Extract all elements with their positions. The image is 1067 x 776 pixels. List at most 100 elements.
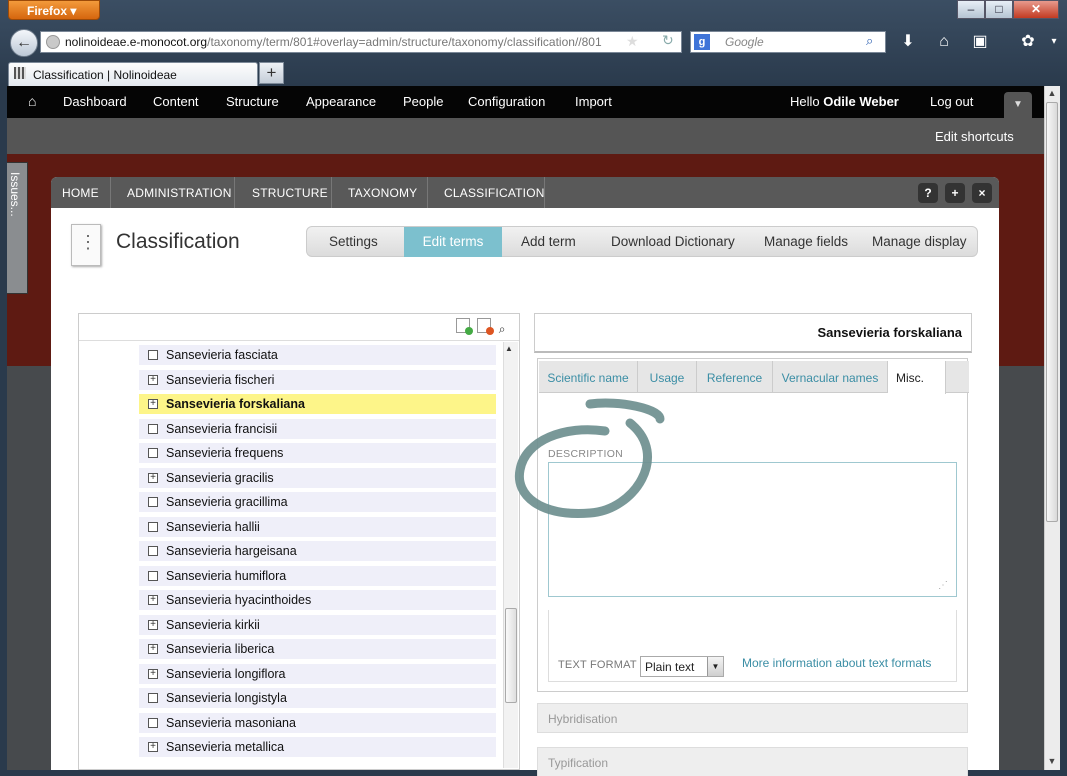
toolbar-appearance[interactable]: Appearance <box>306 94 376 109</box>
expand-icon[interactable]: + <box>148 375 158 385</box>
tree-item[interactable]: Sansevieria masoniana <box>139 713 496 733</box>
close-window-icon[interactable]: ✕ <box>1013 0 1059 19</box>
vtab-scientific-name[interactable]: Scientific name <box>539 361 638 393</box>
vtab-usage[interactable]: Usage <box>638 361 697 393</box>
leaf-icon <box>148 546 158 556</box>
tree-item[interactable]: Sansevieria longistyla <box>139 688 496 708</box>
toolbar-overflow-icon[interactable]: ▾ <box>1042 31 1066 53</box>
add-term-icon[interactable] <box>456 318 473 335</box>
breadcrumb-classification[interactable]: CLASSIFICATION <box>444 186 545 200</box>
add-shortcut-icon[interactable]: + <box>945 183 965 203</box>
logout-link[interactable]: Log out <box>930 94 973 109</box>
user-name[interactable]: Odile Weber <box>823 94 899 109</box>
bookmark-star-icon[interactable]: ★ <box>626 33 639 50</box>
site-identity-icon[interactable] <box>46 35 60 49</box>
tab-title: Classification | Nolinoideae <box>33 68 177 82</box>
search-placeholder: Google <box>725 35 764 49</box>
tab-edit-terms-label: Edit terms <box>422 234 484 249</box>
home-icon[interactable]: ⌂ <box>28 93 36 109</box>
tree-item[interactable]: Sansevieria longiflora <box>139 664 496 684</box>
addon-icon[interactable]: ✿ <box>1016 31 1040 53</box>
drawer-toggle-icon[interactable]: ▼ <box>1004 92 1032 118</box>
tree-scroll-up-icon[interactable]: ▲ <box>505 344 513 353</box>
new-tab-button[interactable]: + <box>259 62 284 84</box>
url-bar[interactable]: nolinoideae.e-monocot.org/taxonomy/term/… <box>40 31 682 53</box>
window-frame-left <box>0 86 7 770</box>
page-scrollbar-thumb[interactable] <box>1046 102 1058 522</box>
breadcrumb-structure[interactable]: STRUCTURE <box>252 186 328 200</box>
expand-icon[interactable]: + <box>148 644 158 654</box>
tree-item[interactable]: Sansevieria frequens <box>139 443 496 463</box>
chevron-down-icon[interactable]: ▼ <box>707 657 723 676</box>
tree-item[interactable]: Sansevieria metallica <box>139 737 496 757</box>
tab-settings[interactable]: Settings <box>329 234 378 249</box>
tree-item[interactable]: Sansevieria humiflora <box>139 566 496 586</box>
expand-icon[interactable]: + <box>148 399 158 409</box>
leaf-icon <box>148 424 158 434</box>
toolbar-structure[interactable]: Structure <box>226 94 279 109</box>
tree-item[interactable]: Sansevieria forskaliana <box>139 394 496 414</box>
firefox-menu-button[interactable]: Firefox ▾ <box>8 0 100 20</box>
tree-item[interactable]: Sansevieria hargeisana <box>139 541 496 561</box>
browser-tab[interactable]: Classification | Nolinoideae <box>8 62 258 86</box>
text-format-help-link[interactable]: More information about text formats <box>742 656 931 670</box>
vtab-misc[interactable]: Misc. <box>888 361 946 394</box>
tree-item[interactable]: Sansevieria fischeri <box>139 370 496 390</box>
vtab-reference[interactable]: Reference <box>697 361 773 393</box>
expand-icon[interactable]: + <box>148 595 158 605</box>
toolbar-dashboard[interactable]: Dashboard <box>63 94 127 109</box>
vtab-vernacular-names[interactable]: Vernacular names <box>773 361 888 393</box>
minimize-icon[interactable]: – <box>957 0 985 19</box>
leaf-icon <box>148 571 158 581</box>
reload-icon[interactable]: ↻ <box>662 32 674 49</box>
breadcrumb-administration[interactable]: ADMINISTRATION <box>127 186 232 200</box>
search-input[interactable]: Google <box>690 31 886 53</box>
toolbar-content[interactable]: Content <box>153 94 199 109</box>
tree-item[interactable]: Sansevieria gracillima <box>139 492 496 512</box>
edit-shortcuts-link[interactable]: Edit shortcuts <box>935 129 1014 144</box>
tree-item[interactable]: Sansevieria fasciata <box>139 345 496 365</box>
find-term-icon[interactable]: ⌕ <box>499 322 513 336</box>
help-icon[interactable]: ? <box>918 183 938 203</box>
toolbar-configuration[interactable]: Configuration <box>468 94 545 109</box>
delete-term-icon[interactable] <box>477 318 495 335</box>
hand-drawn-circle-annotation <box>514 398 665 518</box>
tab-download-dictionary[interactable]: Download Dictionary <box>611 234 735 249</box>
expand-icon[interactable]: + <box>148 473 158 483</box>
tree-item[interactable]: Sansevieria hyacinthoides <box>139 590 496 610</box>
scroll-up-icon[interactable]: ▲ <box>1045 88 1059 98</box>
expand-icon[interactable]: + <box>148 742 158 752</box>
breadcrumb-taxonomy[interactable]: TAXONOMY <box>348 186 417 200</box>
expand-icon[interactable]: + <box>148 669 158 679</box>
tab-add-term[interactable]: Add term <box>521 234 576 249</box>
scroll-down-icon[interactable]: ▼ <box>1045 756 1059 766</box>
fieldset-hybridisation[interactable]: Hybridisation <box>537 703 968 733</box>
back-button[interactable]: ← <box>10 29 38 57</box>
resize-grip-icon[interactable]: ⋰ <box>938 580 948 591</box>
tab-edit-terms[interactable]: Edit terms <box>404 227 502 257</box>
tab-manage-display[interactable]: Manage display <box>872 234 967 249</box>
tree-divider <box>79 340 519 341</box>
breadcrumb-home[interactable]: HOME <box>62 186 99 200</box>
google-engine-icon[interactable]: g <box>694 34 710 50</box>
tree-item[interactable]: Sansevieria hallii <box>139 517 496 537</box>
fieldset-typification[interactable]: Typification <box>537 747 968 776</box>
tree-item[interactable]: Sansevieria gracilis <box>139 468 496 488</box>
tab-manage-fields[interactable]: Manage fields <box>764 234 848 249</box>
toolbar-people[interactable]: People <box>403 94 443 109</box>
download-icon[interactable]: ⬇ <box>896 31 920 53</box>
home-icon[interactable]: ⌂ <box>932 31 956 53</box>
tree-item[interactable]: Sansevieria kirkii <box>139 615 496 635</box>
tree-item[interactable]: Sansevieria liberica <box>139 639 496 659</box>
maximize-icon[interactable]: □ <box>985 0 1013 19</box>
window-frame-right <box>1060 86 1067 770</box>
close-overlay-icon[interactable]: × <box>972 183 992 203</box>
tree-toolbar: ⌕ <box>456 318 513 336</box>
tree-scrollbar-thumb[interactable] <box>505 608 517 703</box>
toolbar-import[interactable]: Import <box>575 94 612 109</box>
expand-icon[interactable]: + <box>148 620 158 630</box>
search-icon[interactable]: ⌕ <box>866 33 873 49</box>
bookmarks-menu-icon[interactable]: ▣ <box>968 31 992 53</box>
tree-item[interactable]: Sansevieria francisii <box>139 419 496 439</box>
text-format-wrapper <box>548 610 957 682</box>
